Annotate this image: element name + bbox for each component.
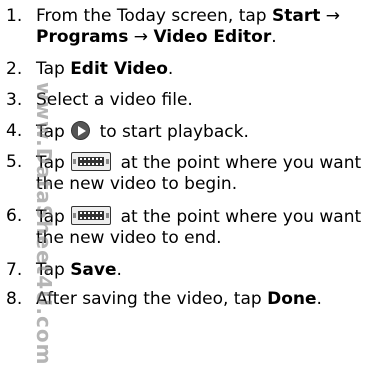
step-text: → [320,6,341,26]
step-text: Select a video file. [36,90,193,110]
step-text: the new video to begin. [36,174,238,194]
step-text: Tap [36,207,71,227]
step-number: 8. [6,289,23,309]
step-text: Tap [36,260,71,280]
step-text: the new video to end. [36,228,222,248]
step-text: Tap [36,122,71,142]
step-text: . [316,289,322,309]
step-1: 1. From the Today screen, tap Start → Pr… [6,6,373,48]
step-number: 3. [6,90,23,110]
film-start-icon [71,152,112,171]
play-icon [71,121,91,140]
step-number: 1. [6,6,23,26]
ui-term: Done [267,289,317,309]
step-number: 6. [6,206,23,226]
ui-term: Video Editor [153,27,272,47]
step-5: 5. Tap at the point where you want the n… [6,152,373,195]
step-4: 4. Tap to start playback. [6,121,373,143]
step-6: 6. Tap at the point where you want the n… [6,206,373,249]
step-text: After saving the video, tap [36,289,268,309]
step-line: Tap Edit Video. [36,59,373,80]
ui-term: Edit Video [70,59,168,79]
step-line: After saving the video, tap Done. [36,289,373,310]
step-number: 7. [6,260,23,280]
step-line: From the Today screen, tap Start → [36,6,373,27]
ui-term: Programs [36,27,129,47]
step-number: 5. [6,152,23,172]
step-line: the new video to end. [36,228,373,249]
instruction-list: 1. From the Today screen, tap Start → Pr… [0,0,373,312]
step-text: at the point where you want [115,153,362,173]
step-number: 2. [6,59,23,79]
step-3: 3. Select a video file. [6,90,373,111]
ui-term: Start [272,6,321,26]
step-8: 8. After saving the video, tap Done. [6,289,373,310]
step-text: . [167,59,174,79]
step-7: 7. Tap Save. [6,260,373,281]
step-text: From the Today screen, tap [36,6,272,26]
step-line: the new video to begin. [36,174,373,195]
step-text: to start playback. [94,122,249,142]
step-line: Select a video file. [36,90,373,111]
ui-term: Save [70,260,117,280]
step-text: → [128,27,154,47]
step-line: Tap Save. [36,260,373,281]
step-line: Tap at the point where you want [36,152,373,174]
film-end-icon [71,206,112,225]
step-text: Tap [36,59,71,79]
step-number: 4. [6,121,23,141]
step-2: 2. Tap Edit Video. [6,59,373,80]
step-text: . [116,260,122,280]
step-line: Tap at the point where you want [36,206,373,228]
step-line: Programs → Video Editor. [36,27,373,48]
step-line: Tap to start playback. [36,121,373,143]
step-text: . [271,27,277,47]
step-text: at the point where you want [115,207,362,227]
step-text: Tap [36,153,71,173]
